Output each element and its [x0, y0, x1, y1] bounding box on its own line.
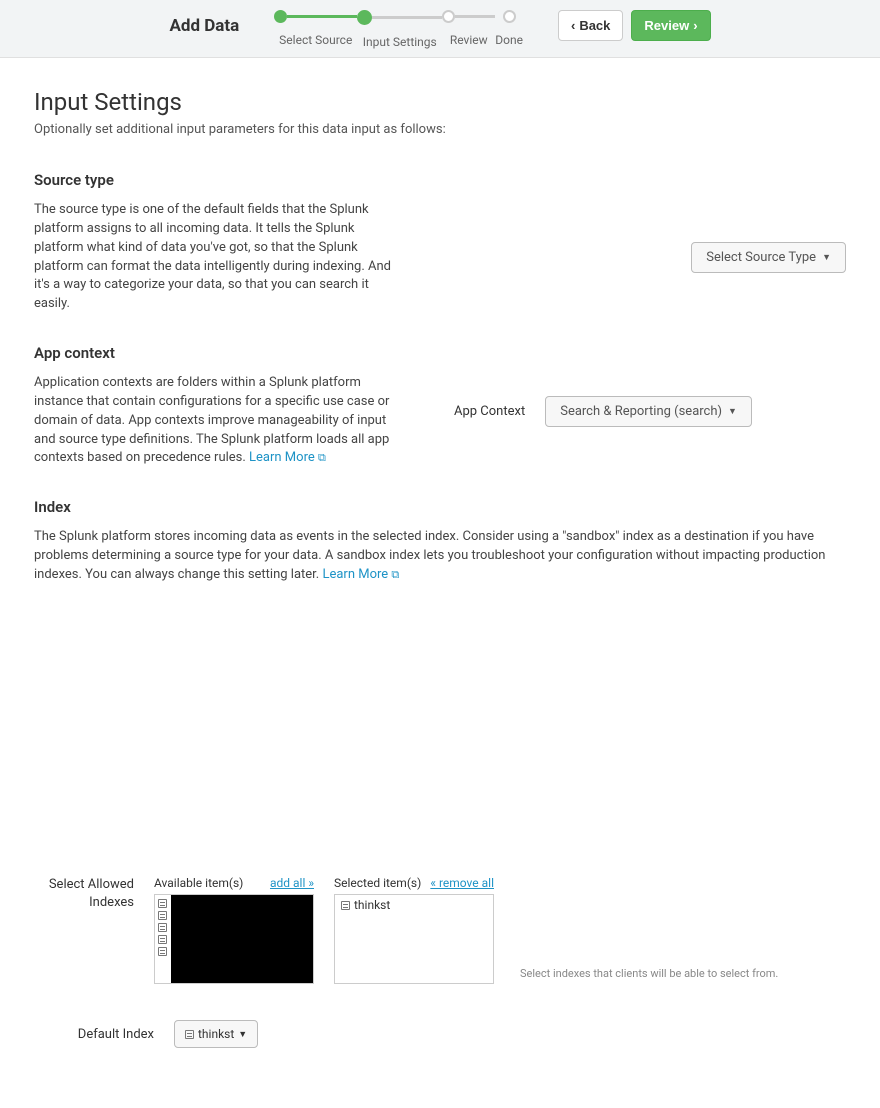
- remove-all-link[interactable]: « remove all: [430, 876, 494, 890]
- review-button[interactable]: Review ›: [631, 10, 710, 41]
- wizard-stepper: Select Source Input Settings Review: [274, 10, 523, 49]
- default-index-label: Default Index: [34, 1027, 154, 1042]
- caret-down-icon: ▼: [728, 406, 737, 417]
- default-index-dropdown[interactable]: thinkst ▼: [174, 1020, 258, 1048]
- app-context-dropdown[interactable]: Search & Reporting (search) ▼: [545, 396, 752, 427]
- step-circle-icon: [442, 10, 455, 23]
- available-items-label: Available item(s): [154, 876, 243, 890]
- caret-down-icon: ▼: [238, 1029, 247, 1040]
- index-icon: [158, 923, 167, 932]
- indexes-hint: Select indexes that clients will be able…: [520, 967, 778, 984]
- index-icon: [158, 911, 167, 920]
- step-label: Done: [495, 33, 523, 47]
- selected-items-label: Selected item(s): [334, 876, 421, 890]
- learn-more-link[interactable]: Learn More ⧉: [322, 567, 399, 582]
- app-context-body: Application contexts are folders within …: [34, 374, 394, 468]
- step-circle-icon: [274, 10, 287, 23]
- step-review[interactable]: Review: [442, 10, 495, 47]
- back-button-label: Back: [579, 18, 610, 33]
- app-context-heading: App context: [34, 344, 394, 362]
- dropdown-label: thinkst: [198, 1027, 234, 1041]
- page-content: Input Settings Optionally set additional…: [0, 58, 880, 1108]
- select-source-type-dropdown[interactable]: Select Source Type ▼: [691, 242, 846, 273]
- step-label: Review: [450, 33, 488, 47]
- step-input-settings[interactable]: Input Settings: [357, 10, 442, 49]
- dropdown-label: Search & Reporting (search): [560, 404, 722, 419]
- selected-items-column: Selected item(s) « remove all thinkst: [334, 876, 494, 984]
- page-title: Input Settings: [34, 88, 846, 116]
- review-button-label: Review: [644, 18, 689, 33]
- step-label: Input Settings: [363, 35, 437, 49]
- index-heading: Index: [34, 498, 846, 516]
- step-line: [287, 15, 357, 18]
- available-items-listbox[interactable]: [154, 894, 314, 984]
- step-line: [455, 15, 495, 18]
- add-all-link[interactable]: add all »: [270, 876, 314, 890]
- redacted-available-items: [171, 895, 313, 984]
- chevron-right-icon: ›: [693, 18, 697, 33]
- step-circle-icon: [503, 10, 516, 23]
- wizard-header: Add Data Select Source Input Settings: [0, 0, 880, 58]
- learn-more-link[interactable]: Learn More ⧉: [249, 450, 326, 465]
- step-line: [372, 16, 442, 19]
- index-icon: [158, 935, 167, 944]
- step-label: Select Source: [279, 33, 352, 47]
- chevron-left-icon: ‹: [571, 18, 575, 33]
- index-icon: [158, 947, 167, 956]
- index-icon: [158, 899, 167, 908]
- dropdown-label: Select Source Type: [706, 250, 816, 265]
- external-link-icon: ⧉: [318, 451, 326, 464]
- index-body: The Splunk platform stores incoming data…: [34, 528, 846, 585]
- step-select-source[interactable]: Select Source: [274, 10, 357, 47]
- step-circle-icon: [357, 10, 372, 25]
- select-allowed-indexes-label: Select Allowed Indexes: [34, 876, 134, 912]
- list-item[interactable]: thinkst: [335, 895, 493, 915]
- external-link-icon: ⧉: [391, 568, 399, 581]
- source-type-heading: Source type: [34, 171, 394, 189]
- available-items-column: Available item(s) add all »: [154, 876, 314, 984]
- app-context-field-label: App Context: [454, 404, 525, 419]
- index-section: Index The Splunk platform stores incomin…: [34, 498, 846, 1048]
- wizard-title: Add Data: [169, 10, 239, 36]
- page-description: Optionally set additional input paramete…: [34, 122, 846, 137]
- index-icon: [341, 901, 350, 910]
- source-type-section: Source type The source type is one of th…: [34, 171, 846, 314]
- caret-down-icon: ▼: [822, 252, 831, 263]
- selected-items-listbox[interactable]: thinkst: [334, 894, 494, 984]
- source-type-body: The source type is one of the default fi…: [34, 201, 394, 314]
- step-done: Done: [495, 10, 523, 47]
- app-context-section: App context Application contexts are fol…: [34, 344, 846, 468]
- back-button[interactable]: ‹ Back: [558, 10, 623, 41]
- index-icon: [185, 1030, 194, 1039]
- list-item-label: thinkst: [354, 898, 390, 912]
